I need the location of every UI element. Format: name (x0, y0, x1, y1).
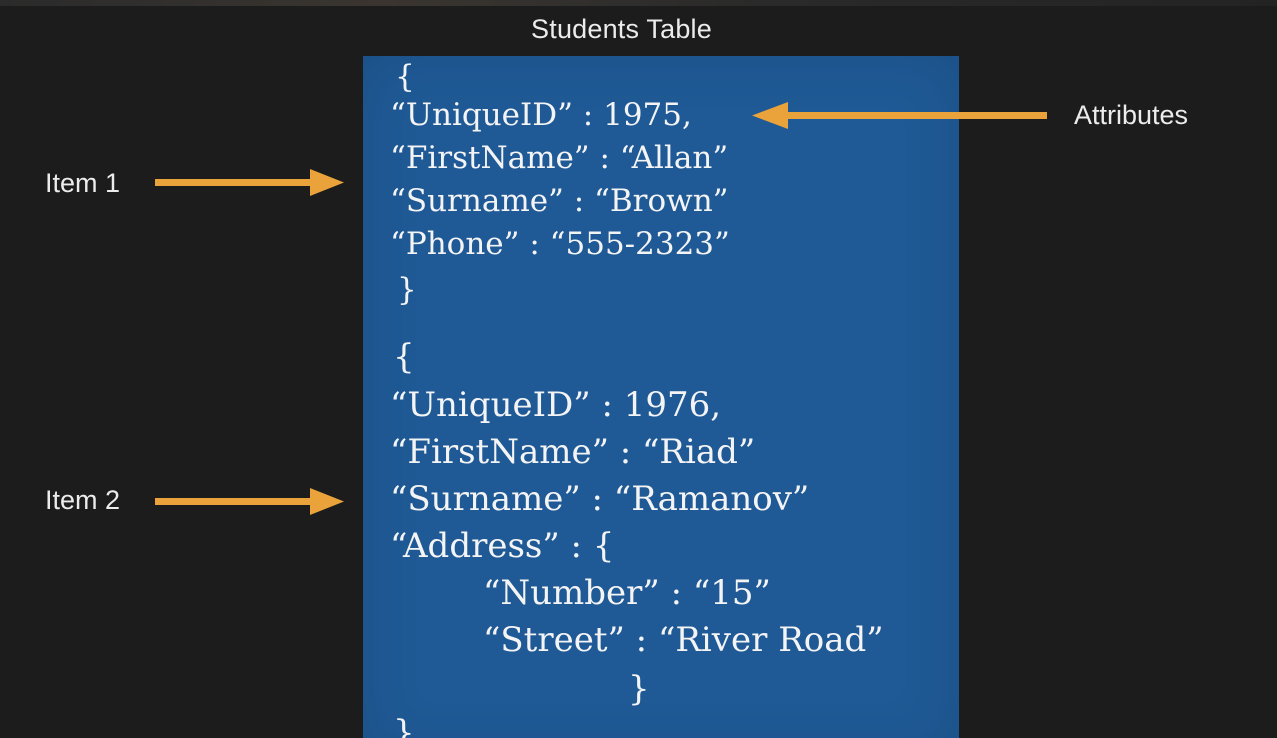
slide: Students Table { “UniqueID” : 1975, “Fir… (0, 0, 1277, 738)
item1-open-brace: { (395, 59, 415, 95)
item1-line-phone: “Phone” : “555-2323” (390, 226, 730, 262)
item1-line-firstname: “FirstName” : “Allan” (390, 140, 729, 176)
item1-line-uniqueid: “UniqueID” : 1975, (390, 97, 692, 133)
item2-line-surname: “Surname” : “Ramanov” (390, 479, 810, 519)
item2-address-street: “Street” : “River Road” (483, 620, 884, 660)
item1-line-surname: “Surname” : “Brown” (390, 183, 729, 219)
item2-line-address: “Address” : { (390, 526, 615, 566)
item1-label: Item 1 (45, 168, 121, 198)
attributes-label: Attributes (1074, 100, 1189, 130)
item2-line-uniqueid: “UniqueID” : 1976, (390, 385, 722, 425)
item2-address-close-brace: } (628, 669, 650, 709)
item2-arrow (155, 488, 344, 515)
item2-label: Item 2 (45, 485, 121, 515)
top-strip (0, 0, 1277, 6)
attributes-arrow (752, 102, 1047, 129)
item2-address-number: “Number” : “15” (483, 573, 771, 613)
item1-close-brace: } (397, 272, 417, 308)
item2-close-brace: } (393, 713, 415, 738)
item1-arrow (155, 169, 344, 196)
item2-line-firstname: “FirstName” : “Riad” (390, 432, 756, 472)
diagram-title: Students Table (531, 14, 712, 44)
item2-open-brace: { (393, 337, 415, 377)
